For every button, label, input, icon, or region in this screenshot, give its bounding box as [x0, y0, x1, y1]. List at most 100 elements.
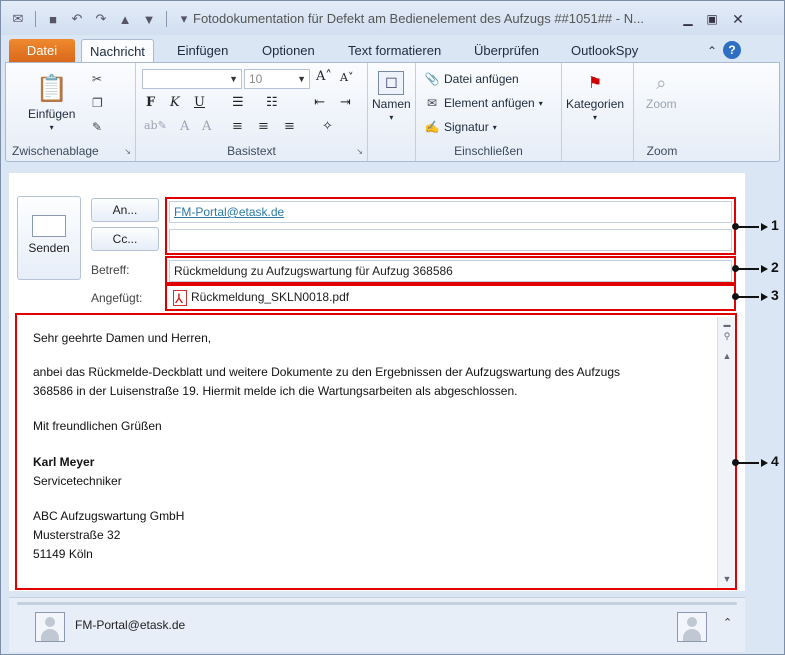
customize-qat-icon[interactable]: ▾ — [175, 10, 193, 28]
callout-number-2: 2 — [761, 259, 779, 275]
outlook-app-icon[interactable]: ✉ — [9, 10, 27, 28]
font-color-icon[interactable]: A — [180, 119, 189, 134]
tab-options[interactable]: Optionen — [254, 39, 323, 63]
tab-outlookspy[interactable]: OutlookSpy — [563, 39, 646, 63]
categories-label: Kategorien — [566, 97, 625, 111]
tab-review[interactable]: Überprüfen — [466, 39, 547, 63]
increase-indent-icon[interactable]: ⇥ — [340, 95, 351, 110]
chevron-down-icon: ▾ — [538, 98, 543, 108]
dialog-launcher-icon[interactable]: ↘ — [124, 147, 131, 156]
to-button[interactable]: An... — [91, 198, 159, 222]
attached-label: Angefügt: — [91, 291, 143, 305]
align-right-icon[interactable]: ≡ — [284, 119, 295, 134]
bold-icon[interactable]: F — [146, 95, 155, 110]
format-painter-icon[interactable]: ✎ — [92, 119, 108, 135]
redo-icon[interactable]: ↷ — [92, 10, 110, 28]
minimize-icon[interactable]: ▁ — [677, 11, 699, 27]
arrow-up-icon[interactable]: ▲ — [116, 10, 134, 28]
numbering-icon[interactable]: ☷ — [266, 95, 278, 110]
tab-file[interactable]: Datei — [9, 39, 75, 63]
undo-icon[interactable]: ↶ — [68, 10, 86, 28]
arrow-down-icon[interactable]: ▼ — [140, 10, 158, 28]
tab-insert[interactable]: Einfügen — [169, 39, 236, 63]
cc-button[interactable]: Cc... — [91, 227, 159, 251]
attach-item-label: Element anfügen — [444, 96, 535, 110]
maximize-icon[interactable]: ▣ — [701, 11, 723, 27]
copy-icon[interactable]: ❐ — [92, 95, 108, 111]
attach-item-button[interactable]: ✉ Element anfügen ▾ — [424, 95, 543, 111]
callout-number-4: 4 — [761, 453, 779, 469]
callout-line — [737, 462, 759, 464]
send-button[interactable]: Senden — [17, 196, 81, 280]
quick-access-toolbar: ✉ ■ ↶ ↷ ▲ ▼ ▾ — [9, 10, 193, 28]
contact-avatar[interactable] — [35, 612, 65, 642]
people-pane-splitter[interactable] — [17, 602, 737, 605]
help-icon[interactable]: ? — [723, 41, 741, 59]
grow-font-icon[interactable]: A˄ — [316, 69, 332, 84]
font-color-dropdown-icon[interactable]: A — [202, 119, 211, 134]
signature-button[interactable]: ✍ Signatur ▾ — [424, 119, 497, 135]
clipboard-icon: 📋 — [35, 72, 68, 103]
chevron-down-icon: ▼ — [297, 74, 306, 84]
flag-icon: ⚑ — [587, 75, 603, 92]
chevron-down-icon: ▾ — [389, 113, 394, 122]
cut-icon[interactable]: ✂ — [92, 71, 108, 87]
font-size-combo[interactable]: 10 ▼ — [244, 69, 310, 89]
italic-icon[interactable]: K — [170, 95, 180, 110]
expand-people-pane-icon[interactable]: ⌃ — [723, 616, 732, 629]
clipboard-group-label: Zwischenablage — [12, 144, 99, 158]
collapse-ribbon-icon[interactable]: ⌃ — [701, 43, 723, 59]
annotation-box-recipients — [165, 197, 736, 255]
chevron-down-icon: ▼ — [229, 74, 238, 84]
ribbon-tabs: Datei Nachricht Einfügen Optionen Text f… — [1, 37, 784, 63]
attach-file-button[interactable]: 📎 Datei anfügen — [424, 71, 519, 87]
basic-text-group-label: Basistext — [227, 144, 276, 158]
sender-avatar[interactable] — [677, 612, 707, 642]
save-icon[interactable]: ■ — [44, 10, 62, 28]
chevron-down-icon: ▾ — [492, 122, 497, 132]
font-name-combo[interactable]: ▼ — [142, 69, 242, 89]
clear-formatting-icon[interactable]: ✧ — [322, 119, 333, 134]
chevron-down-icon: ▾ — [593, 113, 598, 122]
qat-separator — [166, 11, 167, 27]
attach-file-label: Datei anfügen — [444, 72, 519, 86]
title-bar: ✉ ■ ↶ ↷ ▲ ▼ ▾ Fotodokumentation für Defe… — [1, 1, 784, 35]
dialog-launcher-icon[interactable]: ↘ — [356, 147, 363, 156]
callout-number-3: 3 — [761, 287, 779, 303]
bullets-icon[interactable]: ☰ — [232, 95, 244, 110]
zoom-group: ⌕ Zoom Zoom — [634, 63, 690, 161]
qat-separator — [35, 11, 36, 27]
annotation-box-attachment — [165, 284, 736, 311]
names-group: ☐ Namen ▾ — [368, 63, 416, 161]
decrease-indent-icon[interactable]: ⇤ — [314, 95, 325, 110]
names-label: Namen — [372, 97, 411, 111]
zoom-button[interactable]: ⌕ Zoom — [646, 71, 677, 112]
envelope-icon: ✉ — [426, 96, 438, 110]
tab-message[interactable]: Nachricht — [81, 39, 154, 63]
shrink-font-icon[interactable]: A˅ — [340, 71, 353, 84]
annotation-box-subject — [165, 256, 736, 284]
paperclip-icon: 📎 — [424, 72, 440, 86]
categories-button[interactable]: ⚑ Kategorien ▾ — [566, 71, 624, 122]
align-left-icon[interactable]: ≡ — [232, 119, 243, 134]
highlight-icon[interactable]: ab✎ — [144, 119, 167, 132]
outlook-message-window: ✉ ■ ↶ ↷ ▲ ▼ ▾ Fotodokumentation für Defe… — [0, 0, 785, 655]
names-button[interactable]: ☐ Namen ▾ — [372, 71, 411, 122]
paste-button[interactable]: 📋 Einfügen ▾ — [28, 71, 75, 133]
send-envelope-icon — [32, 215, 66, 237]
magnifier-icon: ⌕ — [656, 72, 667, 93]
close-icon[interactable]: ✕ — [727, 11, 749, 27]
signature-icon: ✍ — [424, 120, 440, 134]
tab-format-text[interactable]: Text formatieren — [340, 39, 449, 63]
underline-icon[interactable]: U — [194, 95, 205, 110]
clipboard-group: 📋 Einfügen ▾ ✂ ❐ ✎ Zwischenablage ↘ — [6, 63, 136, 161]
send-label: Senden — [28, 241, 70, 255]
align-center-icon[interactable]: ≡ — [258, 119, 269, 134]
people-pane-contact[interactable]: FM-Portal@etask.de — [75, 618, 185, 632]
ribbon: 📋 Einfügen ▾ ✂ ❐ ✎ Zwischenablage ↘ ▼ 10… — [5, 62, 780, 162]
window-title: Fotodokumentation für Defekt am Bedienel… — [193, 11, 644, 26]
chevron-down-icon: ▾ — [49, 123, 54, 132]
include-group: 📎 Datei anfügen ✉ Element anfügen ▾ ✍ Si… — [416, 63, 562, 161]
address-book-icon: ☐ — [378, 71, 405, 95]
font-size-value: 10 — [249, 72, 263, 86]
